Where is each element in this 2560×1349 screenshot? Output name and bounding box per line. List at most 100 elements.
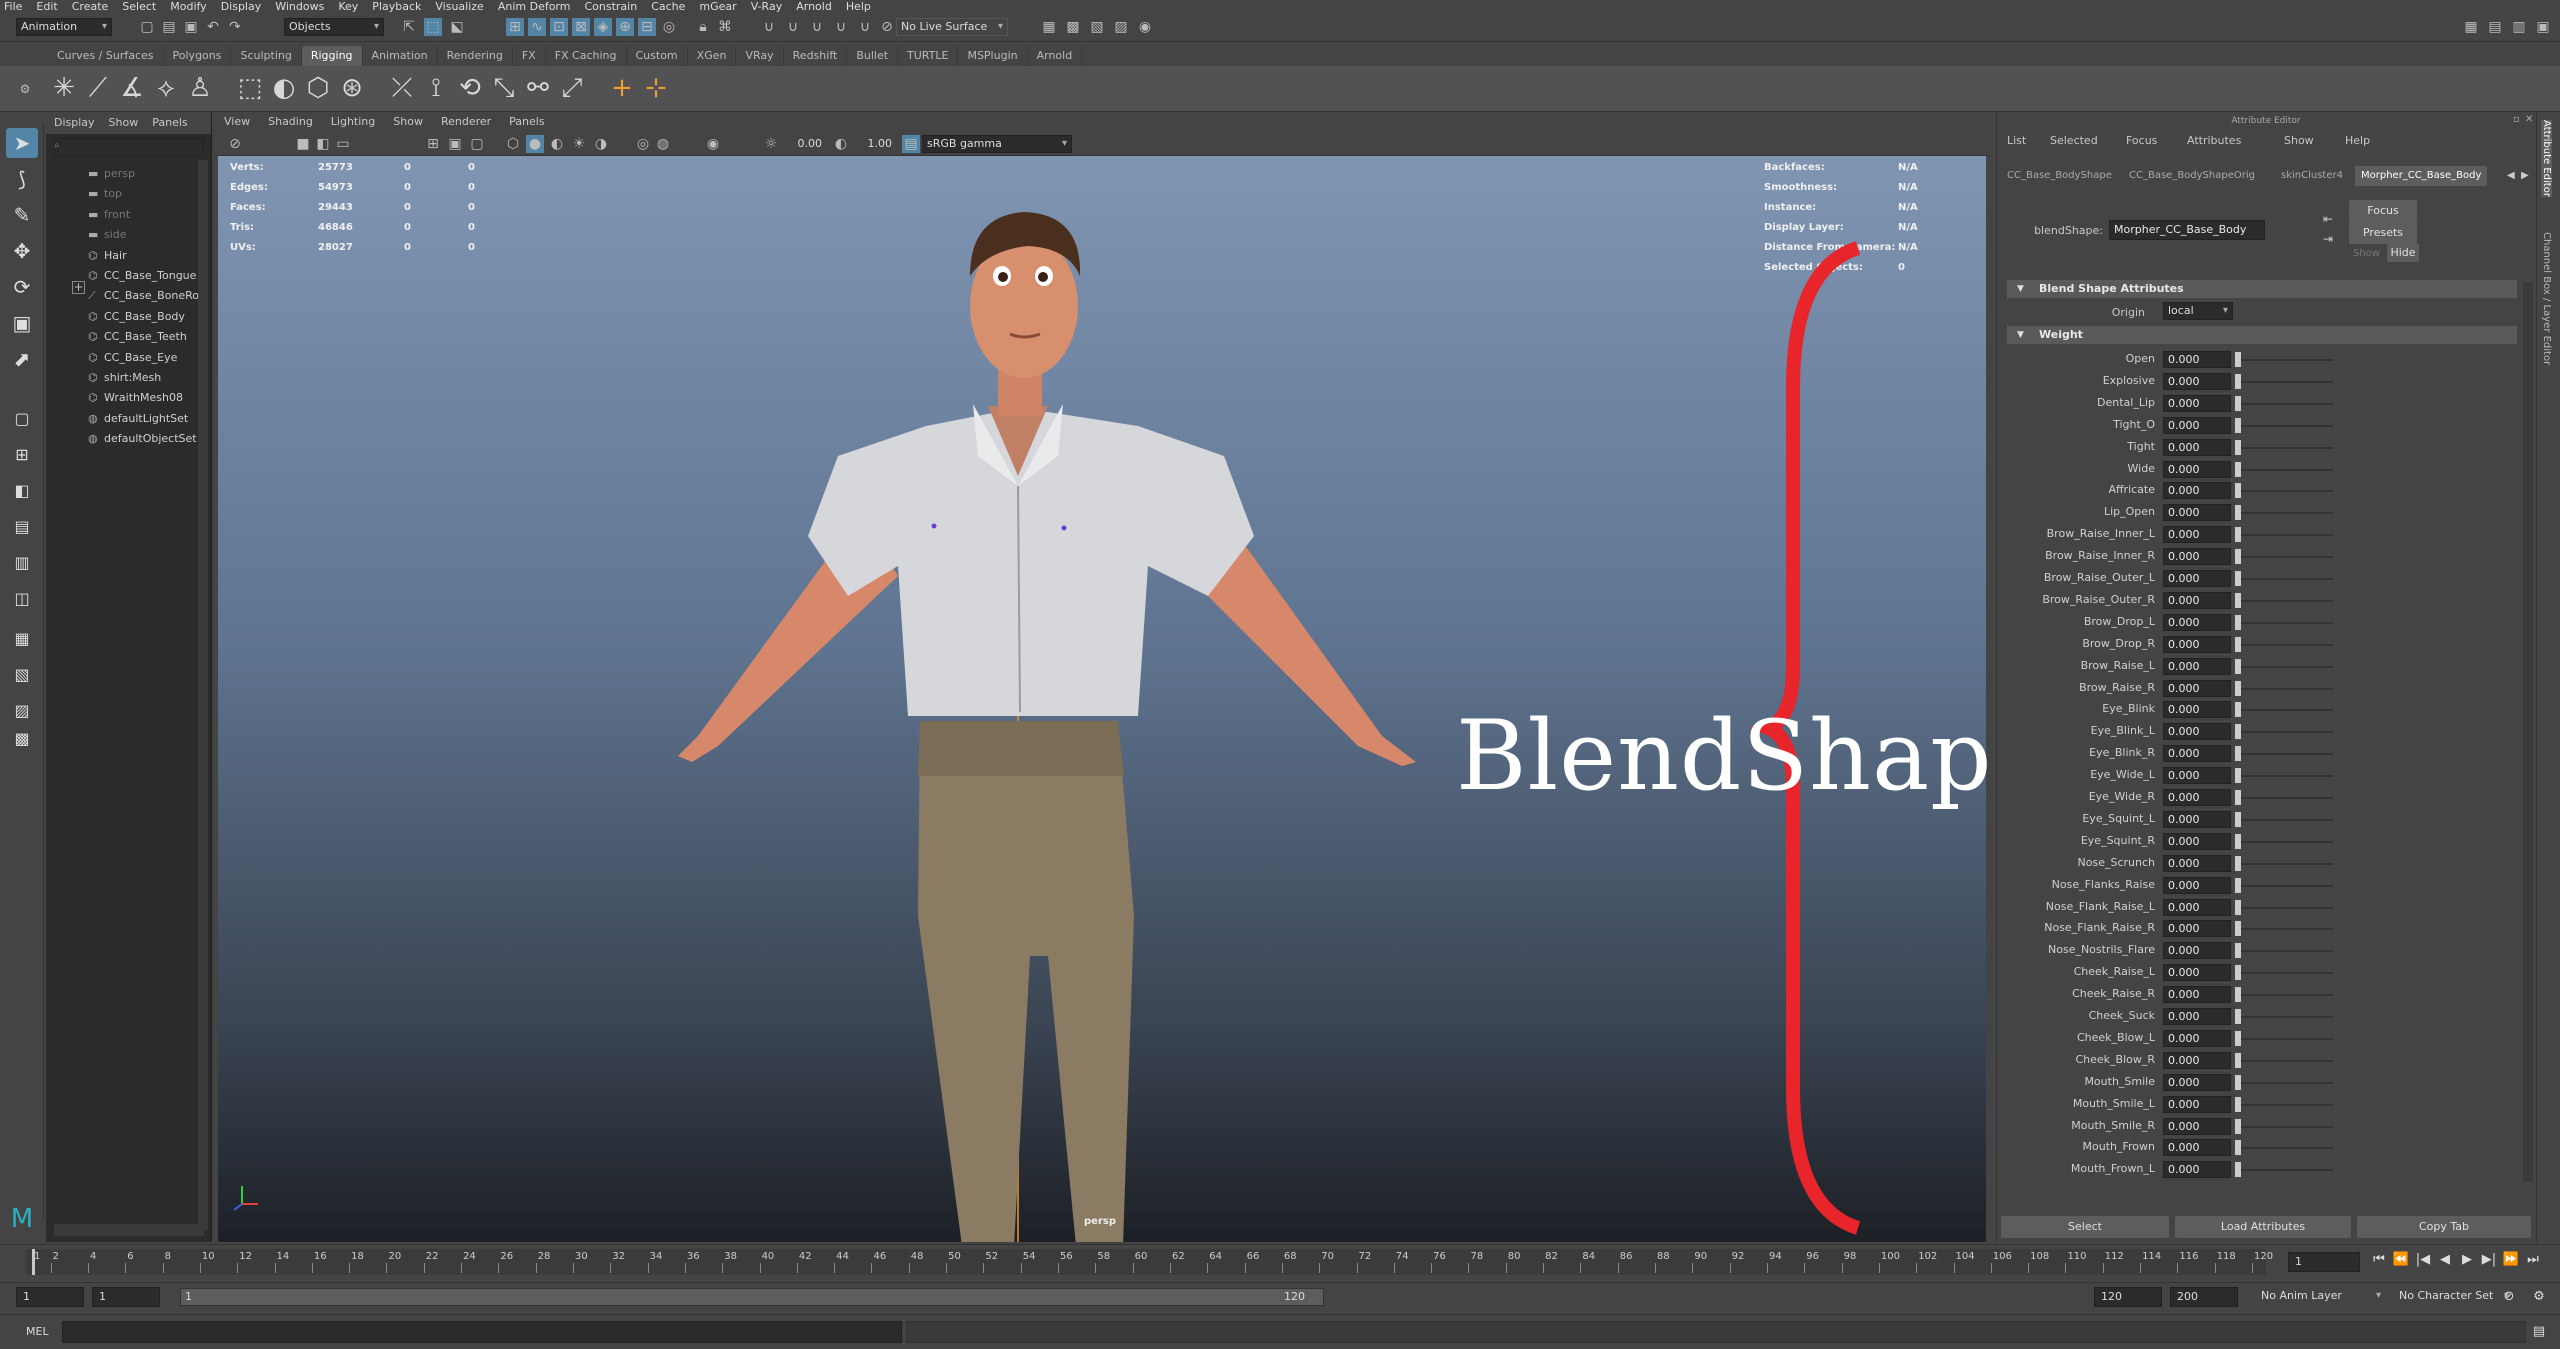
weight-slider-track[interactable]: [2237, 731, 2333, 734]
tab-custom[interactable]: Custom: [627, 46, 688, 66]
weight-slider-track[interactable]: [2237, 1103, 2333, 1106]
weight-slider-track[interactable]: [2237, 1169, 2333, 1172]
weight-slider-handle[interactable]: [2235, 833, 2241, 849]
weight-slider-handle[interactable]: [2235, 417, 2241, 433]
weight-slider-track[interactable]: [2237, 1016, 2333, 1018]
ambient-occlusion-icon[interactable]: ◉: [704, 135, 722, 153]
menu-visualize[interactable]: Visualize: [435, 0, 483, 14]
hypershade-layout-icon[interactable]: ▥: [6, 548, 38, 578]
weight-value-field[interactable]: 0.000: [2163, 1029, 2231, 1047]
aim-constraint-icon[interactable]: ⟟: [420, 72, 452, 104]
mel-label[interactable]: MEL: [26, 1325, 49, 1338]
viewport-menu-lighting[interactable]: Lighting: [331, 112, 375, 132]
persp-graph-icon[interactable]: ▤: [6, 512, 38, 542]
outliner-item[interactable]: ⌬ CC_Base_Eye: [88, 348, 177, 368]
weight-slider-handle[interactable]: [2235, 680, 2241, 696]
exposure-icon[interactable]: ☼: [762, 135, 780, 153]
weight-slider-track[interactable]: [2237, 1081, 2333, 1084]
menu-file[interactable]: File: [4, 0, 22, 14]
weight-slider-handle[interactable]: [2235, 505, 2241, 521]
weight-slider-handle[interactable]: [2235, 1140, 2241, 1156]
attr-menu-focus[interactable]: Focus: [2126, 134, 2157, 147]
anim-prefs-icon[interactable]: ⚙: [2530, 1288, 2548, 1306]
layout-icon-7[interactable]: ▧: [6, 660, 38, 690]
current-time-indicator[interactable]: [32, 1249, 35, 1275]
menu-select[interactable]: Select: [122, 0, 156, 14]
attr-menu-selected[interactable]: Selected: [2050, 134, 2098, 147]
attr-tab-cc-base-bodyshape[interactable]: CC_Base_BodyShape: [2001, 166, 2118, 186]
select-component-icon[interactable]: ⬕: [448, 18, 466, 36]
auto-key-icon[interactable]: ⊘: [2500, 1288, 2518, 1306]
outliner-menu-panels[interactable]: Panels: [152, 112, 187, 134]
insert-joint-icon[interactable]: ⟡: [150, 72, 182, 104]
outliner-item[interactable]: ◍ defaultLightSet: [88, 409, 188, 429]
weight-slider-track[interactable]: [2237, 862, 2333, 865]
tab-curves-surfaces[interactable]: Curves / Surfaces: [48, 46, 164, 66]
snap-grid2-icon[interactable]: ⊟: [638, 18, 656, 36]
tab-redshift[interactable]: Redshift: [784, 46, 848, 66]
isolate-icon[interactable]: ◍: [654, 135, 672, 153]
weight-value-field[interactable]: 0.000: [2163, 920, 2231, 938]
range-end-field[interactable]: 120: [2094, 1287, 2162, 1307]
lights-icon[interactable]: ☀: [570, 135, 588, 153]
outliner-menu-display[interactable]: Display: [54, 112, 95, 134]
outliner-item[interactable]: ◍ defaultObjectSet: [88, 429, 197, 449]
weight-slider-track[interactable]: [2237, 578, 2333, 580]
outliner-layout-icon[interactable]: ▦: [6, 624, 38, 654]
attr-tab-cc-base-bodyshapeorig[interactable]: CC_Base_BodyShapeOrig: [2123, 166, 2261, 186]
load-attributes-button[interactable]: Load Attributes: [2175, 1216, 2351, 1238]
persp-uv-icon[interactable]: ◫: [6, 584, 38, 614]
weight-value-field[interactable]: 0.000: [2163, 460, 2231, 478]
snap-target-icon[interactable]: ◎: [660, 18, 678, 36]
weight-slider-track[interactable]: [2237, 972, 2333, 975]
open-scene-icon[interactable]: ▤: [160, 18, 178, 36]
tab-vray[interactable]: VRay: [736, 46, 784, 66]
menu-v-ray[interactable]: V-Ray: [751, 0, 783, 14]
pole-vector-icon[interactable]: ⤢: [556, 72, 588, 104]
cluster-icon[interactable]: ⊛: [336, 72, 368, 104]
move-tool-icon[interactable]: ✥: [6, 236, 38, 266]
go-to-end-icon[interactable]: ⏭: [2524, 1251, 2542, 1269]
menu-create[interactable]: Create: [72, 0, 109, 14]
range-bar[interactable]: 1 120: [180, 1288, 1324, 1306]
weight-slider-track[interactable]: [2237, 665, 2333, 668]
weight-slider-handle[interactable]: [2235, 899, 2241, 915]
layout-icon-9[interactable]: ▩: [6, 724, 38, 754]
new-scene-icon[interactable]: ▢: [138, 18, 156, 36]
weight-slider-track[interactable]: [2237, 402, 2333, 405]
weight-value-field[interactable]: 0.000: [2163, 789, 2231, 806]
viewport-canvas[interactable]: Verts: 25773 0 0 Edges: 54973 0 0 Faces: 29443 0 0 T…: [218, 156, 1986, 1242]
image-plane-icon[interactable]: ▭: [334, 135, 352, 153]
weight-slider-track[interactable]: [2237, 621, 2333, 624]
weight-slider-track[interactable]: [2237, 512, 2333, 515]
weight-slider-handle[interactable]: [2235, 965, 2241, 981]
anim-layer-dropdown[interactable]: No Anim Layer: [2256, 1287, 2386, 1305]
step-back-icon[interactable]: |◀: [2414, 1251, 2432, 1269]
snap-surface-icon[interactable]: ◈: [594, 18, 612, 36]
weight-value-field[interactable]: 0.000: [2163, 1161, 2231, 1179]
script-editor-icon[interactable]: ▤: [2530, 1323, 2548, 1341]
weight-value-field[interactable]: 0.000: [2163, 482, 2231, 500]
locator-plus-icon[interactable]: ⊹: [640, 72, 672, 104]
snap-curve-icon[interactable]: ∿: [528, 18, 546, 36]
smooth-shade-icon[interactable]: ●: [526, 135, 544, 153]
select-button[interactable]: Select: [2001, 1216, 2169, 1238]
resolution-gate-icon[interactable]: ▢: [468, 135, 486, 153]
weight-slider-handle[interactable]: [2235, 1074, 2241, 1090]
weight-value-field[interactable]: 0.000: [2163, 591, 2231, 609]
menu-display[interactable]: Display: [221, 0, 262, 14]
ik-handle-icon[interactable]: ⟋: [82, 72, 114, 104]
colorspace-dropdown[interactable]: sRGB gamma: [922, 135, 1072, 153]
shelf-settings-icon[interactable]: ⚙: [16, 80, 34, 98]
rotate-tool-icon[interactable]: ⟳: [6, 272, 38, 302]
weight-value-field[interactable]: 0.000: [2163, 1117, 2231, 1135]
close-icon[interactable]: ✕: [2525, 114, 2533, 125]
joint-tool-icon[interactable]: ✳: [48, 72, 80, 104]
outliner-item[interactable]: ⌬ WraithMesh08: [88, 388, 183, 408]
lattice-icon[interactable]: ⬡: [302, 72, 334, 104]
outliner-menu-show[interactable]: Show: [109, 112, 139, 134]
weight-slider-track[interactable]: [2237, 424, 2333, 427]
tab-animation[interactable]: Animation: [363, 46, 438, 66]
select-hierarchy-icon[interactable]: ⇱: [400, 18, 418, 36]
weight-slider-track[interactable]: [2237, 994, 2333, 997]
